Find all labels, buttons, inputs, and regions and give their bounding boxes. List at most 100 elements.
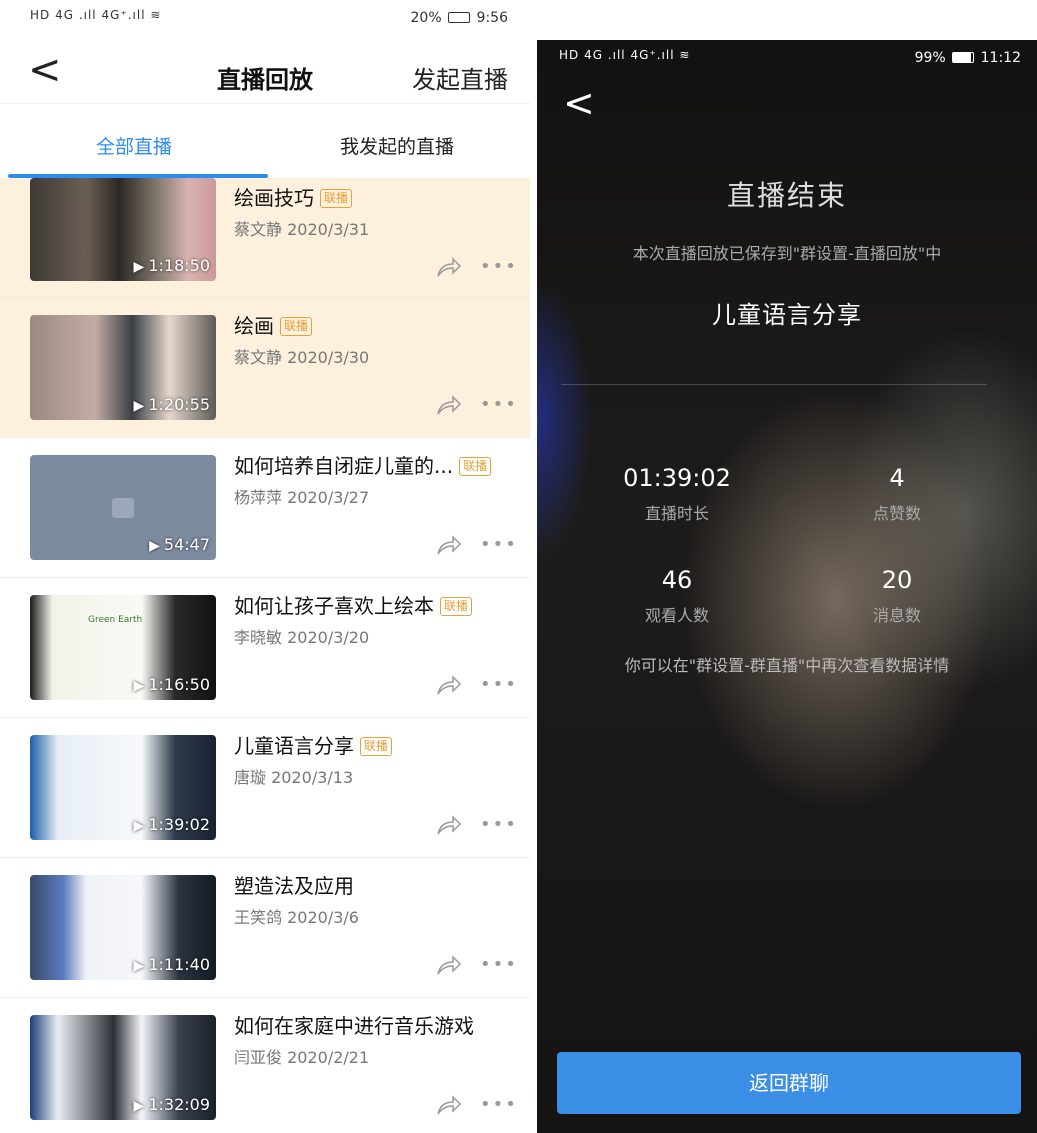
saved-note: 本次直播回放已保存到"群设置-直播回放"中	[632, 244, 942, 263]
play-icon: ▶	[133, 958, 145, 974]
stat-value: 01:39:02	[623, 464, 731, 492]
share-icon[interactable]	[436, 674, 462, 696]
more-icon[interactable]: •••	[480, 394, 518, 415]
play-icon: ▶	[149, 538, 160, 554]
battery-icon	[952, 52, 975, 63]
item-title: 儿童语言分享 联播	[234, 730, 393, 759]
item-title: 如何在家庭中进行音乐游戏	[234, 1014, 474, 1038]
video-duration: ▶ 1:16:50	[133, 675, 210, 694]
co-live-badge: 联播	[360, 737, 393, 756]
more-icon[interactable]: •••	[480, 674, 518, 695]
stat-value: 4	[889, 464, 905, 492]
list-item[interactable]: ▶ 1:11:40 塑造法及应用 王笑鸽 2020/3/6 •••	[0, 858, 530, 998]
status-right: 99% 11:12	[915, 50, 1021, 66]
tv-placeholder-icon	[112, 497, 134, 518]
item-meta: 蔡文静 2020/3/30	[234, 348, 370, 367]
stat-likes: 4 点赞数	[817, 464, 977, 524]
start-live-button[interactable]: 发起直播	[412, 60, 508, 95]
video-duration: ▶ 1:18:50	[133, 256, 210, 275]
stat-duration: 01:39:02 直播时长	[597, 464, 757, 524]
item-meta: 杨萍萍 2020/3/27	[234, 488, 370, 507]
item-meta: 蔡文静 2020/3/31	[234, 220, 370, 239]
thumbnail-text: Green Earth	[88, 615, 143, 625]
battery-level: 99%	[914, 50, 946, 66]
video-thumbnail: ▶ 1:20:55	[30, 315, 216, 420]
video-thumbnail: Green Earth ▶ 1:16:50	[30, 595, 216, 700]
tab-bar: 全部直播 我发起的直播	[0, 108, 530, 178]
share-icon[interactable]	[436, 256, 462, 278]
play-icon: ▶	[133, 398, 145, 414]
more-icon[interactable]: •••	[480, 814, 518, 835]
item-meta: 李晓敏 2020/3/20	[234, 628, 370, 647]
item-title: 塑造法及应用	[234, 874, 354, 898]
tab-all-live[interactable]: 全部直播	[96, 132, 172, 159]
live-replay-screen: HD 4G .ıll 4G⁺.ıll ≋ 20% 9:56 < 直播回放 发起直…	[0, 0, 530, 1133]
list-item[interactable]: ▶ 54:47 如何培养自闭症儿童的... 联播 杨萍萍 2020/3/27 •••	[0, 438, 530, 578]
item-title: 如何让孩子喜欢上绘本 联播	[234, 590, 473, 619]
share-icon[interactable]	[436, 394, 462, 416]
stat-label: 点赞数	[872, 504, 921, 523]
replay-list: ▶ 1:18:50 绘画技巧 联播 蔡文静 2020/3/31 ••• ▶ 1:20:…	[0, 178, 530, 1133]
video-duration: ▶ 1:39:02	[133, 815, 210, 834]
share-icon[interactable]	[436, 534, 462, 556]
video-thumbnail: ▶ 54:47	[30, 455, 216, 560]
divider	[561, 384, 987, 385]
co-live-badge: 联播	[459, 457, 492, 476]
back-icon[interactable]: <	[563, 84, 595, 122]
video-duration: ▶ 54:47	[149, 535, 210, 554]
signal-indicator: HD 4G .ıll 4G⁺.ıll ≋	[559, 48, 691, 62]
battery-icon	[448, 12, 471, 23]
play-icon: ▶	[133, 1098, 145, 1114]
more-icon[interactable]: •••	[480, 1094, 518, 1115]
video-duration: ▶ 1:20:55	[133, 395, 210, 414]
list-item[interactable]: ▶ 1:32:09 如何在家庭中进行音乐游戏 闫亚俊 2020/2/21 •••	[0, 998, 530, 1133]
live-topic: 儿童语言分享	[712, 301, 862, 329]
stat-label: 直播时长	[644, 504, 709, 523]
item-meta: 唐璇 2020/3/13	[234, 768, 354, 787]
return-to-group-chat-button[interactable]: 返回群聊	[557, 1052, 1021, 1114]
signal-indicator: HD 4G .ıll 4G⁺.ıll ≋	[30, 8, 162, 22]
status-right: 20% 9:56	[411, 10, 508, 26]
stat-messages: 20 消息数	[817, 566, 977, 626]
item-meta: 闫亚俊 2020/2/21	[234, 1048, 370, 1067]
co-live-badge: 联播	[440, 597, 473, 616]
status-bar: HD 4G .ıll 4G⁺.ıll ≋ 99% 11:12	[537, 40, 1037, 76]
stat-value: 46	[661, 566, 693, 594]
item-title: 绘画技巧 联播	[234, 182, 353, 211]
item-title: 绘画 联播	[234, 310, 313, 339]
video-thumbnail: ▶ 1:32:09	[30, 1015, 216, 1120]
video-duration: ▶ 1:32:09	[133, 1095, 210, 1114]
play-icon: ▶	[133, 678, 145, 694]
list-item[interactable]: Green Earth ▶ 1:16:50 如何让孩子喜欢上绘本 联播 李晓敏 20…	[0, 578, 530, 718]
clock: 11:12	[980, 50, 1021, 66]
more-icon[interactable]: •••	[480, 256, 518, 277]
play-icon: ▶	[133, 818, 145, 834]
stat-label: 消息数	[872, 606, 921, 625]
clock: 9:56	[476, 10, 508, 26]
list-item[interactable]: ▶ 1:18:50 绘画技巧 联播 蔡文静 2020/3/31 •••	[0, 178, 530, 298]
status-bar: HD 4G .ıll 4G⁺.ıll ≋ 20% 9:56	[0, 0, 530, 40]
list-item[interactable]: ▶ 1:39:02 儿童语言分享 联播 唐璇 2020/3/13 •••	[0, 718, 530, 858]
stat-label: 观看人数	[644, 606, 709, 625]
battery-level: 20%	[410, 10, 442, 26]
list-item[interactable]: ▶ 1:20:55 绘画 联播 蔡文静 2020/3/30 •••	[0, 298, 530, 438]
share-icon[interactable]	[436, 954, 462, 976]
share-icon[interactable]	[436, 1094, 462, 1116]
nav-bar: < 直播回放 发起直播	[0, 48, 530, 104]
play-icon: ▶	[133, 259, 145, 275]
data-detail-hint: 你可以在"群设置-群直播"中再次查看数据详情	[624, 656, 950, 675]
share-icon[interactable]	[436, 814, 462, 836]
item-meta: 王笑鸽 2020/3/6	[234, 908, 359, 927]
video-thumbnail: ▶ 1:18:50	[30, 178, 216, 281]
more-icon[interactable]: •••	[480, 954, 518, 975]
video-thumbnail: ▶ 1:11:40	[30, 875, 216, 980]
co-live-badge: 联播	[280, 317, 313, 336]
video-duration: ▶ 1:11:40	[133, 955, 210, 974]
tab-my-live[interactable]: 我发起的直播	[340, 132, 454, 159]
co-live-badge: 联播	[320, 189, 353, 208]
more-icon[interactable]: •••	[480, 534, 518, 555]
video-thumbnail: ▶ 1:39:02	[30, 735, 216, 840]
stat-value: 20	[881, 566, 913, 594]
item-title: 如何培养自闭症儿童的... 联播	[234, 450, 492, 479]
live-ended-title: 直播结束	[726, 179, 847, 212]
